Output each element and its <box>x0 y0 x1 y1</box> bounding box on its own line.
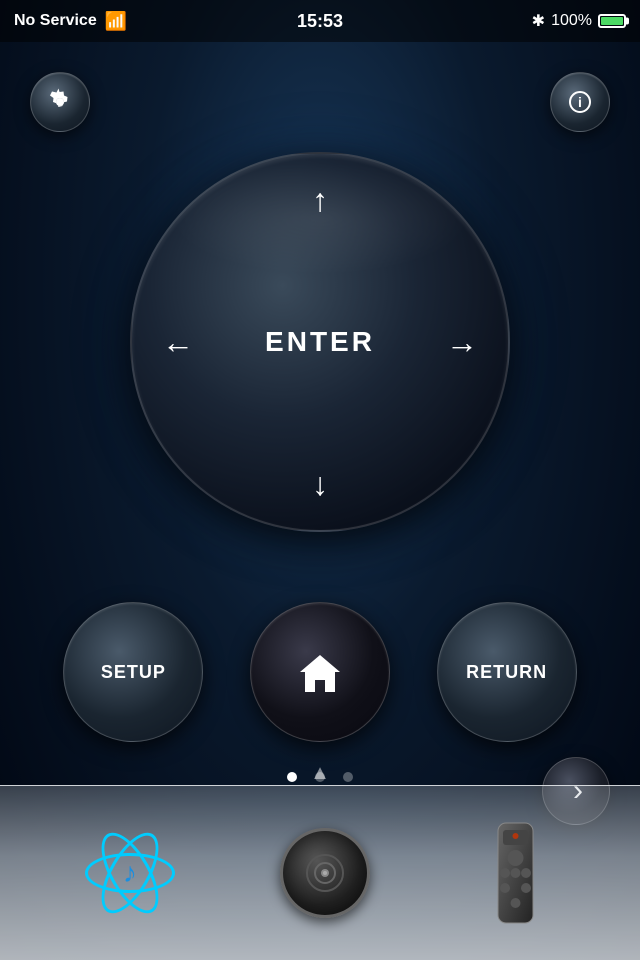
bottom-buttons: SETUP RETURN <box>0 602 640 742</box>
arrow-left-icon: ← <box>162 326 194 358</box>
dock-area: ♪ <box>0 785 640 960</box>
return-button[interactable]: RETURN <box>437 602 577 742</box>
main-content: i ↑ ← ENTER → ↓ SETUP RETURN <box>0 42 640 960</box>
status-bar: No Service 📶 15:53 ✱ 100% <box>0 0 640 42</box>
enter-button[interactable]: ENTER <box>265 326 375 358</box>
wifi-icon: 📶 <box>105 11 127 32</box>
setup-button[interactable]: SETUP <box>63 602 203 742</box>
speaker-icon[interactable] <box>280 828 370 918</box>
page-dot-1 <box>287 772 297 782</box>
setup-label: SETUP <box>101 662 166 683</box>
arrow-down-icon: ↓ <box>312 468 328 500</box>
no-service-text: No Service <box>14 12 97 30</box>
top-buttons: i <box>0 72 640 132</box>
home-button[interactable] <box>250 602 390 742</box>
dpad-circle[interactable]: ↑ ← ENTER → ↓ <box>130 152 510 532</box>
status-right: ✱ 100% <box>532 11 626 31</box>
settings-button[interactable] <box>30 72 90 132</box>
bluetooth-icon: ✱ <box>532 11 545 31</box>
page-dot-3 <box>343 772 353 782</box>
info-button[interactable]: i <box>550 72 610 132</box>
battery-percent: 100% <box>551 12 592 30</box>
arrow-up-icon: ↑ <box>312 184 328 216</box>
return-label: RETURN <box>466 662 547 683</box>
music-app-icon[interactable]: ♪ <box>80 823 180 923</box>
music-note-icon: ♪ <box>123 857 137 889</box>
bottom-arrow-icon: ▲ <box>310 762 330 785</box>
arrow-right-icon: → <box>446 326 478 358</box>
dpad-container[interactable]: ↑ ← ENTER → ↓ <box>130 152 510 532</box>
remote-svg <box>478 818 553 928</box>
status-left: No Service 📶 <box>14 11 127 32</box>
battery-icon <box>598 14 626 28</box>
svg-text:i: i <box>578 94 582 110</box>
status-time: 15:53 <box>297 11 343 32</box>
remote-app-icon[interactable] <box>470 818 560 928</box>
battery-fill <box>601 17 623 25</box>
